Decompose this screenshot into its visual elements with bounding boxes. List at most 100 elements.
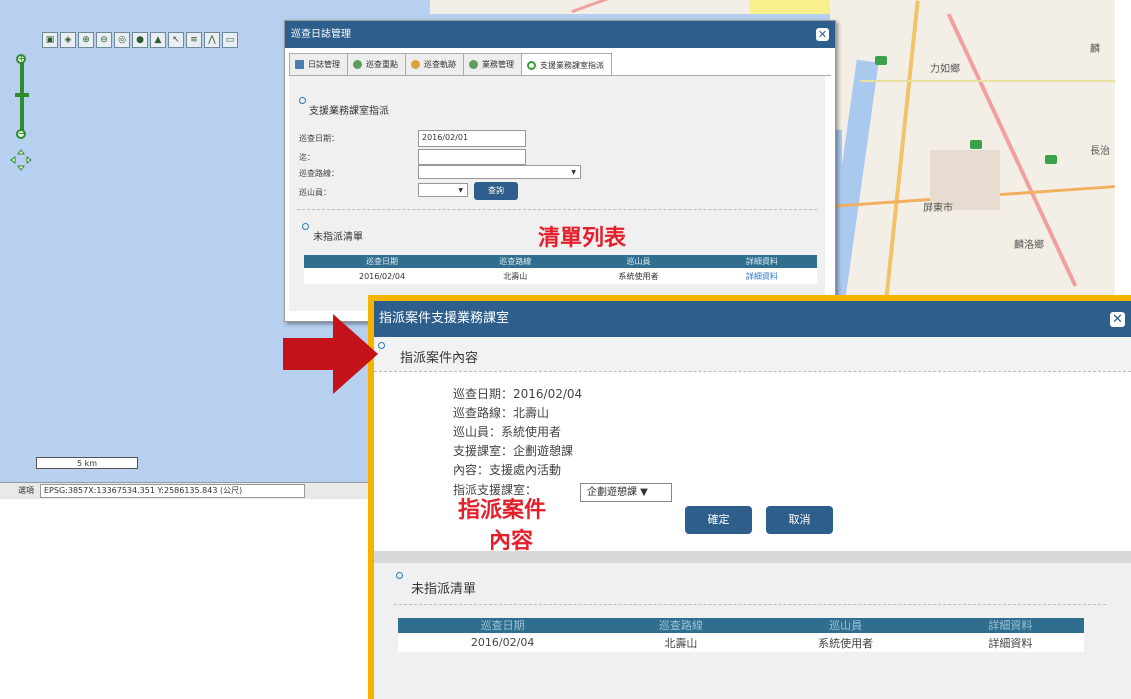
annotation-assign-label: 指派案件 [458, 498, 547, 523]
close-icon[interactable]: ✕ [1110, 312, 1125, 327]
column-header: 詳細資料 [706, 255, 817, 268]
tab-bar: 日誌管理 巡查重點 巡查軌跡 業務管理 支援業務課室指派 [289, 53, 612, 76]
cell-date: 2016/02/04 [398, 633, 608, 652]
map-tiles[interactable]: 力如鄉 屏東市 麟洛鄉 長治 麟 [830, 0, 1115, 300]
zoom-slider[interactable] [20, 58, 24, 136]
details-link[interactable]: 詳細資料 [706, 268, 817, 284]
divider [297, 209, 817, 210]
tab-business-management[interactable]: 業務管理 [463, 53, 522, 75]
panel-shade [374, 551, 1131, 563]
gear-icon [353, 60, 362, 69]
map-tile-strip [430, 0, 830, 14]
column-header: 巡山員 [754, 618, 937, 633]
unassigned-panel: 未指派清單 巡查日期 巡查路線 巡山員 詳細資料 2016/02/04 北壽山 … [374, 551, 1131, 699]
annotation-assign-label: 內容 [489, 529, 534, 554]
info-icon[interactable]: ● [132, 32, 148, 48]
section-title: 支援業務課室指派 [309, 106, 389, 117]
column-header: 巡查日期 [304, 255, 461, 268]
ranger-select[interactable]: ▼ [418, 183, 468, 197]
map-label: 麟洛鄉 [1014, 240, 1044, 251]
map-toolbar: ▣ ◈ ⊕ ⊖ ◎ ● ▲ ↖ ≡ ⋀ ▭ [42, 32, 238, 48]
zoom-in-icon[interactable]: ⊕ [78, 32, 94, 48]
document-icon [295, 60, 304, 69]
assign-dept-select[interactable]: 企劃遊憩課 ▼ [580, 483, 672, 502]
bullet-icon [299, 97, 306, 104]
section-header: 指派案件內容 [374, 337, 1131, 371]
divider [394, 604, 1106, 605]
tab-label: 巡查軌跡 [424, 60, 456, 69]
column-header: 巡山員 [570, 255, 707, 268]
map-label: 屏東市 [923, 203, 953, 214]
cell-ranger: 系統使用者 [754, 633, 937, 652]
bullet-icon [378, 342, 385, 349]
dialog-titlebar[interactable]: 巡查日誌管理 ✕ [285, 21, 835, 48]
ranger-label: 巡山員： [299, 188, 331, 197]
detail-content: 內容：支援處內活動 [453, 463, 562, 477]
cell-date: 2016/02/04 [304, 268, 461, 284]
section-title: 指派案件內容 [400, 351, 479, 366]
zoom-in-icon[interactable]: + [16, 54, 26, 64]
dialog-title: 巡查日誌管理 [291, 29, 351, 40]
table-row: 2016/02/04 北壽山 系統使用者 詳細資料 [398, 633, 1084, 652]
column-header: 巡查路線 [607, 618, 755, 633]
tab-label: 巡查重點 [366, 60, 398, 69]
zoom-slider-handle[interactable] [15, 93, 29, 97]
zoom-out-icon[interactable]: ⊖ [96, 32, 112, 48]
zoom-out-icon[interactable]: − [16, 129, 26, 139]
tab-label: 支援業務課室指派 [540, 60, 604, 70]
map-label: 長治 [1090, 146, 1110, 157]
detail-date: 巡查日期：2016/02/04 [453, 387, 583, 401]
query-button[interactable]: 查詢 [474, 182, 518, 200]
close-icon[interactable]: ✕ [816, 28, 829, 41]
date-label: 巡查日期： [299, 134, 339, 143]
cell-route: 北壽山 [607, 633, 755, 652]
select-icon[interactable]: ↖ [168, 32, 184, 48]
print-icon[interactable]: ▲ [150, 32, 166, 48]
column-header: 詳細資料 [936, 618, 1084, 633]
unassigned-table: 巡查日期 巡查路線 巡山員 詳細資料 2016/02/04 北壽山 系統使用者 … [398, 618, 1084, 652]
tab-support-assignment[interactable]: 支援業務課室指派 [521, 53, 612, 76]
route-label: 巡查路線： [299, 169, 339, 178]
date-start-input[interactable]: 2016/02/01 [418, 130, 526, 147]
draw-icon[interactable]: ⋀ [204, 32, 220, 48]
column-header: 巡查路線 [460, 255, 571, 268]
full-extent-icon[interactable]: ▣ [42, 32, 58, 48]
detail-route: 巡查路線：北壽山 [453, 406, 550, 420]
tab-label: 業務管理 [482, 60, 514, 69]
arrow-right-icon [283, 314, 378, 394]
measure-icon[interactable]: ≡ [186, 32, 202, 48]
cancel-button[interactable]: 取消 [766, 506, 833, 534]
circle-icon [527, 60, 536, 70]
details-link[interactable]: 詳細資料 [936, 633, 1084, 652]
route-shield-icon [970, 140, 982, 149]
tab-label: 日誌管理 [308, 60, 340, 69]
map-label: 力如鄉 [930, 64, 960, 75]
tab-patrol-track[interactable]: 巡查軌跡 [405, 53, 464, 75]
route-select[interactable]: ▼ [418, 165, 581, 179]
map-label: 麟 [1090, 44, 1100, 55]
table-header-row: 巡查日期 巡查路線 巡山員 詳細資料 [398, 618, 1084, 633]
route-shield-icon [875, 56, 887, 65]
detail-support-dept: 支援課室：企劃遊憩課 [453, 444, 574, 458]
cell-ranger: 系統使用者 [570, 268, 707, 284]
layers-icon[interactable]: ◈ [60, 32, 76, 48]
detail-ranger: 巡山員：系統使用者 [453, 425, 562, 439]
section-title: 未指派清單 [411, 582, 477, 597]
person-icon [411, 60, 420, 69]
scale-bar: 5 km [36, 457, 138, 469]
status-label: 選項 [18, 486, 34, 495]
dialog-titlebar[interactable]: 指派案件支援業務課室 ✕ [374, 301, 1131, 337]
column-header: 巡查日期 [398, 618, 608, 633]
tab-patrol-points[interactable]: 巡查重點 [347, 53, 406, 75]
cell-route: 北壽山 [460, 268, 571, 284]
tab-log-management[interactable]: 日誌管理 [289, 53, 348, 75]
refresh-icon[interactable]: ◎ [114, 32, 130, 48]
annotation-list-label: 清單列表 [538, 226, 627, 251]
date-end-input[interactable] [418, 149, 526, 165]
pan-icon[interactable] [10, 149, 32, 171]
confirm-button[interactable]: 確定 [685, 506, 752, 534]
dialog-title: 指派案件支援業務課室 [379, 311, 510, 326]
dialog-body: 支援業務課室指派 巡查日期： 2016/02/01 迄： 巡查路線： ▼ 巡山員… [289, 76, 825, 311]
clear-icon[interactable]: ▭ [222, 32, 238, 48]
globe-icon [469, 60, 478, 69]
